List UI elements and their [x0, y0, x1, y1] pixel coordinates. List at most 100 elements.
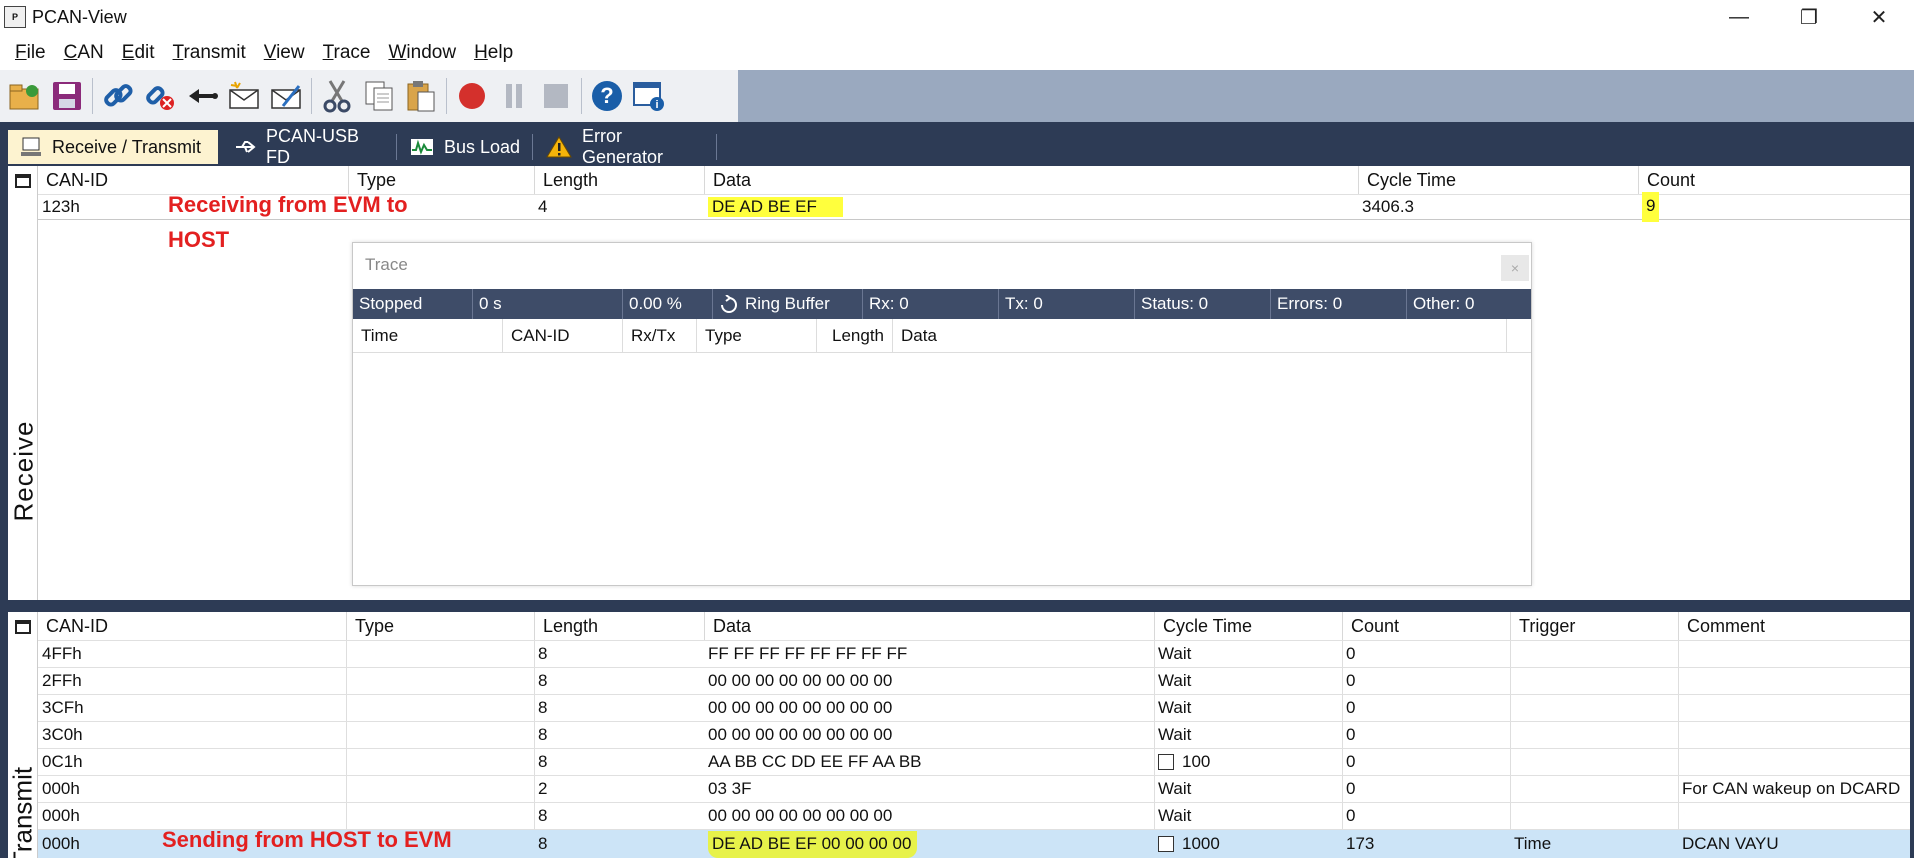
stop-icon[interactable] [537, 76, 575, 116]
window-title: PCAN-View [32, 6, 127, 27]
tx-cell-cycle-time-wrap: 1000 [1154, 832, 1220, 856]
link-icon[interactable] [99, 76, 137, 116]
tx-table-row[interactable]: 0C1h 8 AA BB CC DD EE FF AA BB 100 0 [38, 748, 1910, 776]
tx-col-length[interactable]: Length [534, 612, 704, 640]
tx-table-row[interactable]: 000h 2 03 3F Wait 0 For CAN wakeup on DC… [38, 775, 1910, 803]
grid-menu-icon[interactable] [15, 620, 31, 634]
tx-cell-cycle-time: Wait [1158, 806, 1192, 825]
menu-window[interactable]: Window [379, 42, 465, 64]
trace-window: Trace × Stopped 0 s 0.00 % Ring Buffer R… [352, 242, 1532, 586]
tx-col-type[interactable]: Type [346, 612, 534, 640]
tx-table-row[interactable]: 3CFh 8 00 00 00 00 00 00 00 00 Wait 0 [38, 694, 1910, 722]
grid-menu-icon[interactable] [15, 174, 31, 188]
tx-cell-count: 173 [1346, 834, 1375, 853]
minimize-button[interactable]: — [1704, 0, 1774, 34]
tx-col-cycle-time[interactable]: Cycle Time [1154, 612, 1342, 640]
new-message-icon[interactable] [225, 76, 263, 116]
trace-time: 0 s [473, 289, 623, 319]
trace-col-length[interactable]: Length [817, 319, 893, 353]
pause-icon[interactable] [495, 76, 533, 116]
title-bar: P PCAN-View — ❐ ✕ [0, 0, 1914, 34]
tx-cell-cycle-time: 100 [1182, 752, 1211, 771]
tx-table-row[interactable]: 2FFh 8 00 00 00 00 00 00 00 00 Wait 0 [38, 667, 1910, 695]
tx-cell-can-id: 2FFh [42, 671, 82, 690]
tx-cell-count: 0 [1346, 779, 1356, 798]
rx-col-data[interactable]: Data [704, 166, 1358, 194]
cycle-enable-checkbox[interactable] [1158, 754, 1174, 770]
tab-divider [532, 134, 533, 160]
edit-message-icon[interactable] [267, 76, 305, 116]
receive-side-label: Receive [8, 420, 39, 522]
close-button[interactable]: ✕ [1844, 0, 1914, 34]
tx-cell-cycle-time: Wait [1158, 725, 1192, 744]
toolbar-separator [92, 78, 93, 114]
tx-cell-cycle-time: Wait [1158, 779, 1192, 798]
tx-cell-can-id: 4FFh [42, 644, 82, 663]
tab-strip: Receive / Transmit PCAN-USB FD Bus Load … [0, 122, 1914, 167]
tx-cell-cycle-time: Wait [1158, 644, 1192, 663]
paste-icon[interactable] [402, 76, 440, 116]
tx-col-count[interactable]: Count [1342, 612, 1510, 640]
trace-col-time[interactable]: Time [353, 319, 503, 353]
tx-cell-trigger: Time [1514, 834, 1552, 853]
tx-cell-data: 03 3F [708, 779, 752, 798]
tx-cell-cycle-time-wrap: 100 [1154, 750, 1210, 774]
tab-receive-transmit[interactable]: Receive / Transmit [8, 130, 218, 164]
tx-col-data[interactable]: Data [704, 612, 1154, 640]
trace-close-button[interactable]: × [1501, 255, 1529, 281]
trace-col-rx-tx[interactable]: Rx/Tx [623, 319, 697, 353]
computer-icon [20, 136, 42, 158]
menu-view[interactable]: View [255, 42, 314, 64]
tx-col-can-id[interactable]: CAN-ID [38, 612, 346, 640]
save-icon[interactable] [48, 76, 86, 116]
rx-col-type[interactable]: Type [348, 166, 534, 194]
cycle-enable-checkbox[interactable] [1158, 836, 1174, 852]
tx-col-comment[interactable]: Comment [1678, 612, 1910, 640]
receive-sidebar: Receive [8, 166, 39, 600]
tx-table-row[interactable]: 4FFh 8 FF FF FF FF FF FF FF FF Wait 0 [38, 640, 1910, 668]
cut-icon[interactable] [318, 76, 356, 116]
trace-col-type[interactable]: Type [697, 319, 817, 353]
tx-cell-count: 0 [1346, 644, 1356, 663]
menu-can[interactable]: CAN [55, 42, 113, 64]
record-icon[interactable] [453, 76, 491, 116]
connect-folder-icon[interactable] [6, 76, 44, 116]
disconnect-icon[interactable] [141, 76, 179, 116]
svg-text:?: ? [600, 83, 613, 108]
menu-transmit[interactable]: Transmit [164, 42, 255, 64]
rx-cell-count-wrap: 9 [1638, 192, 1660, 222]
trace-title: Trace [365, 255, 408, 274]
trace-col-data[interactable]: Data [893, 319, 1507, 353]
tab-bus-load[interactable]: Bus Load [398, 130, 538, 164]
tx-cell-length: 8 [538, 725, 548, 744]
tx-cell-data: 00 00 00 00 00 00 00 00 [708, 806, 893, 825]
rx-col-count[interactable]: Count [1638, 166, 1910, 194]
tx-cell-length: 8 [538, 671, 548, 690]
rx-col-length[interactable]: Length [534, 166, 704, 194]
tx-cell-length: 8 [538, 834, 548, 853]
menu-edit[interactable]: Edit [113, 42, 164, 64]
trace-rx-count: Rx: 0 [863, 289, 999, 319]
tx-cell-length: 8 [538, 644, 548, 663]
trace-ring-buffer[interactable]: Ring Buffer [713, 289, 863, 319]
arrow-back-icon[interactable] [183, 76, 221, 116]
tab-error-generator[interactable]: Error Generator [534, 126, 720, 167]
rx-col-can-id[interactable]: CAN-ID [38, 166, 348, 194]
tx-table-row[interactable]: 000h 8 00 00 00 00 00 00 00 00 Wait 0 [38, 802, 1910, 830]
copy-icon[interactable] [360, 76, 398, 116]
restore-button[interactable]: ❐ [1774, 0, 1844, 34]
annotation-receiving-line1: Receiving from EVM to [168, 192, 408, 217]
trace-col-can-id[interactable]: CAN-ID [503, 319, 623, 353]
help-icon[interactable]: ? [588, 76, 626, 116]
pane-splitter[interactable] [8, 600, 1910, 612]
svg-text:i: i [655, 99, 658, 111]
menu-trace[interactable]: Trace [314, 42, 380, 64]
tx-table-row[interactable]: 3C0h 8 00 00 00 00 00 00 00 00 Wait 0 [38, 721, 1910, 749]
tab-pcan-usb-fd[interactable]: PCAN-USB FD [222, 126, 392, 167]
tx-cell-data: AA BB CC DD EE FF AA BB [708, 752, 922, 771]
menu-help[interactable]: Help [465, 42, 522, 64]
menu-file[interactable]: File [6, 42, 55, 64]
window-info-icon[interactable]: i [630, 76, 668, 116]
rx-col-cycle-time[interactable]: Cycle Time [1358, 166, 1638, 194]
tx-col-trigger[interactable]: Trigger [1510, 612, 1678, 640]
